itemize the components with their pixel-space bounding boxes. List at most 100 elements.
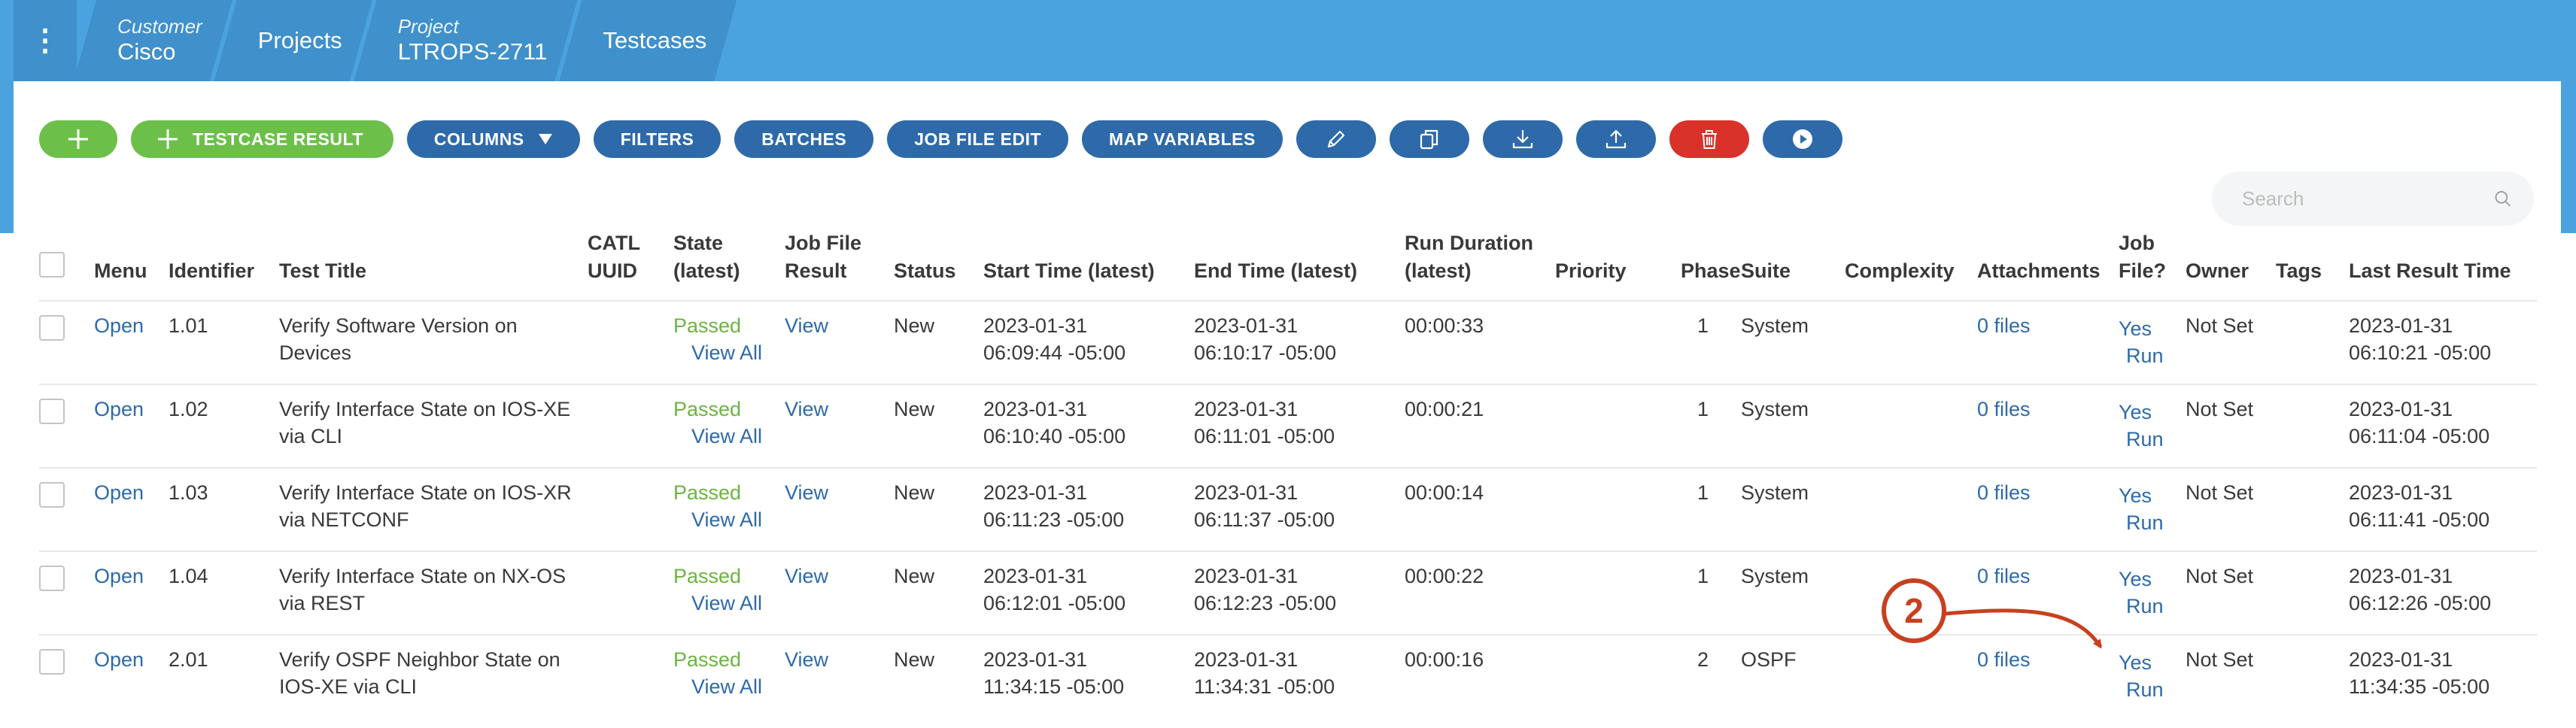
search-icon[interactable] bbox=[2494, 188, 2511, 209]
job-file-yes-link[interactable]: Yes bbox=[2119, 401, 2152, 423]
phase-value: 1 bbox=[1697, 481, 1709, 504]
attachments-link[interactable]: 0 files bbox=[1977, 314, 2031, 337]
header-state-line2: (latest) bbox=[673, 259, 740, 282]
view-link[interactable]: View bbox=[785, 398, 828, 420]
job-file-yes-link[interactable]: Yes bbox=[2119, 317, 2152, 340]
open-link[interactable]: Open bbox=[94, 314, 144, 337]
run-link[interactable]: Run bbox=[2119, 428, 2164, 450]
open-link[interactable]: Open bbox=[94, 648, 144, 671]
header-catl-uuid[interactable]: CATL UUID bbox=[588, 229, 673, 301]
last-result-time: 06:11:04 -05:00 bbox=[2349, 425, 2490, 447]
header-suite[interactable]: Suite bbox=[1741, 229, 1845, 301]
header-complexity[interactable]: Complexity bbox=[1845, 229, 1977, 301]
phase-value: 1 bbox=[1697, 565, 1709, 587]
header-test-title[interactable]: Test Title bbox=[279, 229, 588, 301]
header-attachments[interactable]: Attachments bbox=[1977, 229, 2119, 301]
map-variables-button[interactable]: MAP VARIABLES bbox=[1082, 120, 1283, 158]
header-owner[interactable]: Owner bbox=[2186, 229, 2276, 301]
breadcrumb-project[interactable]: Project LTROPS-2711 bbox=[354, 0, 578, 81]
open-link[interactable]: Open bbox=[94, 565, 144, 587]
header-status[interactable]: Status bbox=[894, 229, 983, 301]
table-row[interactable]: Open 2.01 Verify OSPF Neighbor State on IOS… bbox=[39, 634, 2537, 718]
breadcrumb-projects[interactable]: Projects bbox=[214, 0, 372, 81]
header-job-file[interactable]: Job File? bbox=[2119, 229, 2186, 301]
start-time: 06:12:01 -05:00 bbox=[983, 592, 1126, 614]
download-button[interactable] bbox=[1482, 120, 1563, 158]
search-input[interactable] bbox=[2242, 187, 2494, 211]
header-last-result-time[interactable]: Last Result Time bbox=[2349, 229, 2537, 301]
header-identifier[interactable]: Identifier bbox=[169, 229, 279, 301]
row-checkbox[interactable] bbox=[39, 315, 65, 341]
breadcrumb-menu-button[interactable]: ⋮ bbox=[14, 0, 77, 81]
job-file-yes-link[interactable]: Yes bbox=[2119, 651, 2152, 674]
row-checkbox[interactable] bbox=[39, 566, 65, 591]
row-status: New bbox=[894, 634, 983, 718]
delete-button[interactable] bbox=[1669, 120, 1749, 158]
table-row[interactable]: Open 1.02 Verify Interface State on IOS-XE… bbox=[39, 384, 2537, 468]
attachments-link[interactable]: 0 files bbox=[1977, 481, 2031, 504]
row-tags bbox=[2276, 467, 2349, 551]
header-job-file-result[interactable]: Job File Result bbox=[785, 229, 894, 301]
copy-button[interactable] bbox=[1389, 120, 1469, 158]
last-result-date: 2023-01-31 bbox=[2349, 565, 2453, 587]
run-link[interactable]: Run bbox=[2119, 511, 2164, 534]
view-all-link[interactable]: View All bbox=[673, 341, 762, 364]
view-link[interactable]: View bbox=[785, 565, 828, 587]
test-title-line2: via REST bbox=[279, 592, 366, 614]
row-checkbox[interactable] bbox=[39, 649, 65, 675]
job-file-yes-link[interactable]: Yes bbox=[2119, 484, 2152, 507]
breadcrumb-testcases[interactable]: Testcases bbox=[559, 0, 737, 81]
testcase-result-button[interactable]: TESTCASE RESULT bbox=[131, 120, 393, 158]
view-link[interactable]: View bbox=[785, 314, 828, 337]
upload-button[interactable] bbox=[1575, 120, 1656, 158]
view-all-link[interactable]: View All bbox=[673, 425, 762, 447]
select-all-checkbox[interactable] bbox=[39, 252, 65, 278]
job-file-yes-link[interactable]: Yes bbox=[2119, 568, 2152, 590]
columns-button[interactable]: COLUMNS bbox=[406, 120, 580, 158]
batches-button[interactable]: BATCHES bbox=[734, 120, 874, 158]
header-start-time[interactable]: Start Time (latest) bbox=[983, 229, 1194, 301]
run-link[interactable]: Run bbox=[2119, 344, 2164, 367]
header-run-duration[interactable]: Run Duration (latest) bbox=[1405, 229, 1555, 301]
attachments-link[interactable]: 0 files bbox=[1977, 565, 2031, 587]
header-tags[interactable]: Tags bbox=[2276, 229, 2349, 301]
table-row[interactable]: Open 1.01 Verify Software Version on Device… bbox=[39, 300, 2537, 384]
row-last-result-time: 2023-01-31 06:10:21 -05:00 bbox=[2349, 300, 2537, 384]
run-link[interactable]: Run bbox=[2119, 595, 2164, 617]
view-link[interactable]: View bbox=[785, 481, 828, 504]
add-button[interactable] bbox=[39, 120, 117, 158]
header-state[interactable]: State (latest) bbox=[673, 229, 785, 301]
view-all-link[interactable]: View All bbox=[673, 508, 762, 531]
run-link[interactable]: Run bbox=[2119, 678, 2164, 701]
header-end-time[interactable]: End Time (latest) bbox=[1194, 229, 1405, 301]
open-link[interactable]: Open bbox=[94, 398, 144, 420]
edit-button[interactable] bbox=[1296, 120, 1376, 158]
start-date: 2023-01-31 bbox=[983, 648, 1088, 671]
row-test-title: Verify Interface State on NX-OS via REST bbox=[279, 551, 588, 635]
table-row[interactable]: Open 1.03 Verify Interface State on IOS-XR… bbox=[39, 467, 2537, 551]
row-job-file: Yes Run bbox=[2119, 300, 2186, 384]
row-owner: Not Set bbox=[2186, 300, 2276, 384]
filters-button[interactable]: FILTERS bbox=[593, 120, 721, 158]
header-priority[interactable]: Priority bbox=[1555, 229, 1681, 301]
view-all-link[interactable]: View All bbox=[673, 592, 762, 614]
breadcrumb-projects-label: Projects bbox=[257, 27, 342, 54]
row-menu-cell: Open bbox=[94, 551, 169, 635]
end-date: 2023-01-31 bbox=[1194, 565, 1299, 587]
breadcrumb-customer[interactable]: Customer Cisco bbox=[74, 0, 232, 81]
row-complexity bbox=[1845, 551, 1977, 635]
attachments-link[interactable]: 0 files bbox=[1977, 648, 2031, 671]
view-link[interactable]: View bbox=[785, 648, 828, 671]
job-file-edit-button[interactable]: JOB FILE EDIT bbox=[887, 120, 1069, 158]
view-all-link[interactable]: View All bbox=[673, 675, 762, 698]
row-checkbox[interactable] bbox=[39, 482, 65, 508]
header-menu[interactable]: Menu bbox=[94, 229, 169, 301]
row-checkbox[interactable] bbox=[39, 399, 65, 424]
header-phase[interactable]: Phase bbox=[1681, 229, 1741, 301]
open-link[interactable]: Open bbox=[94, 481, 144, 504]
run-button[interactable] bbox=[1762, 120, 1842, 158]
attachments-link[interactable]: 0 files bbox=[1977, 398, 2031, 420]
table-row[interactable]: Open 1.04 Verify Interface State on NX-OS v… bbox=[39, 551, 2537, 635]
last-result-date: 2023-01-31 bbox=[2349, 648, 2453, 671]
row-complexity bbox=[1845, 634, 1977, 718]
